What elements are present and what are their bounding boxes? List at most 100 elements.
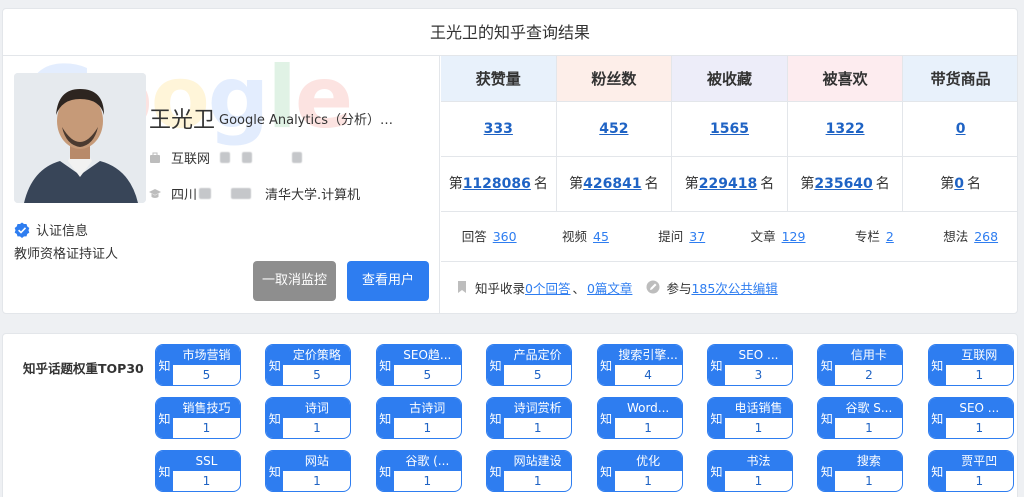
verify-section: 认证信息 — [14, 220, 88, 239]
rank-value-link[interactable]: 426841 — [583, 176, 641, 192]
topic-count: 1 — [533, 421, 542, 435]
topic-count: 5 — [202, 368, 211, 382]
count-value-link[interactable]: 37 — [689, 229, 705, 244]
topic-count: 1 — [975, 368, 984, 382]
topic-tag[interactable]: 知销售技巧 1 — [155, 397, 241, 439]
stat-value-link[interactable]: 333 — [484, 121, 513, 137]
zhihu-badge-icon: 知 — [708, 345, 725, 385]
view-user-button[interactable]: 查看用户 — [347, 261, 429, 301]
zhihu-badge-icon: 知 — [928, 398, 946, 438]
topic-name: 销售技巧 — [173, 398, 240, 418]
count-value-link[interactable]: 2 — [886, 229, 894, 244]
collected-articles-link[interactable]: 0篇文章 — [587, 278, 632, 297]
redacted-text — [292, 152, 303, 163]
rank-value-link[interactable]: 0 — [954, 176, 964, 192]
rank-suffix: 名 — [875, 176, 890, 192]
rank-prefix: 第 — [800, 176, 815, 192]
topic-tag[interactable]: 知互联网 1 — [927, 344, 1014, 386]
zhihu-badge-icon: 知 — [597, 451, 615, 491]
rank-prefix: 第 — [569, 176, 584, 192]
rank-prefix: 第 — [448, 176, 463, 192]
topic-count: 1 — [202, 474, 211, 488]
topic-tag[interactable]: 知 Word... 1 — [596, 397, 683, 439]
count-label: 文章 — [750, 229, 776, 244]
topic-count: 1 — [313, 474, 321, 488]
topic-tag[interactable]: 知网站建设 1 — [486, 450, 573, 492]
stat-header: 带货商品 — [903, 56, 1017, 102]
topic-tag[interactable]: 知网站 1 — [265, 450, 352, 492]
rank-prefix: 第 — [940, 176, 955, 192]
page-title: 王光卫的知乎查询结果 — [3, 9, 1017, 56]
topic-tag[interactable]: 知电话销售 1 — [707, 397, 793, 439]
stat-value-link[interactable]: 1565 — [710, 121, 749, 137]
stat-value-link[interactable]: 452 — [599, 121, 628, 137]
count-label: 专栏 — [854, 229, 880, 244]
topic-name: 网站 — [283, 451, 351, 471]
topic-tag[interactable]: 知产品定价 5 — [486, 344, 573, 386]
topic-tag[interactable]: 知市场营销 5 — [155, 344, 241, 386]
rank-value-link[interactable]: 229418 — [699, 176, 757, 192]
count-value-link[interactable]: 360 — [493, 229, 517, 244]
topic-tag[interactable]: 知 SSL 1 — [155, 450, 241, 492]
avatar[interactable] — [14, 73, 146, 203]
topic-tag[interactable]: 知诗词赏析 1 — [486, 397, 573, 439]
count-item: 提问 37 — [634, 212, 730, 262]
topic-name: 谷歌 S... — [835, 398, 903, 418]
rank-suffix: 名 — [533, 176, 548, 192]
industry-text: 互联网 — [171, 152, 211, 167]
stat-value-link[interactable]: 0 — [956, 121, 966, 137]
topic-tag[interactable]: 知定价策略 5 — [265, 344, 352, 386]
topics-card: 知乎话题权重TOP30 知市场营销 5 知定价策略 5 知 SEO趋... 5 知产品定价 5 知… — [2, 333, 1018, 497]
topics-title: 知乎话题权重TOP30 — [23, 361, 144, 376]
rank-value-link[interactable]: 1128086 — [463, 176, 531, 192]
stat-rank-cell: 第229418 名 — [672, 157, 788, 212]
cancel-monitor-button[interactable]: 一取消监控 — [253, 261, 336, 301]
topic-count: 5 — [423, 368, 432, 382]
topic-tag[interactable]: 知 SEO ... 1 — [927, 397, 1014, 439]
topic-tag[interactable]: 知诗词 1 — [265, 397, 352, 439]
topic-tag[interactable]: 知优化 1 — [596, 450, 683, 492]
topic-name: 互联网 — [945, 345, 1013, 365]
verify-label: 认证信息 — [36, 224, 89, 239]
topic-count: 1 — [644, 474, 652, 488]
count-item: 视频 45 — [537, 212, 633, 262]
topic-tag[interactable]: 知信用卡 2 — [817, 344, 904, 386]
stat-value-cell: 1322 — [787, 102, 904, 157]
topic-tag[interactable]: 知谷歌 S... 1 — [817, 397, 904, 439]
topic-count: 1 — [754, 421, 763, 435]
zhihu-badge-icon: 知 — [818, 398, 836, 438]
topic-tag[interactable]: 知 SEO ... 3 — [707, 344, 793, 386]
topic-name: 书法 — [725, 451, 792, 471]
separator: 、 — [572, 280, 585, 296]
topic-tag[interactable]: 知书法 1 — [707, 450, 793, 492]
topic-tag[interactable]: 知搜索引擎... 4 — [596, 344, 683, 386]
topic-count: 5 — [313, 368, 321, 382]
public-edits-link[interactable]: 185次公共编辑 — [691, 278, 777, 297]
topic-tag[interactable]: 知谷歌 (... 1 — [375, 450, 462, 492]
topic-tag[interactable]: 知古诗词 1 — [375, 397, 462, 439]
topic-tag[interactable]: 知 SEO趋... 5 — [375, 344, 462, 386]
stat-value-link[interactable]: 1322 — [826, 121, 865, 137]
topic-count: 3 — [754, 368, 763, 382]
stat-value-cell: 0 — [903, 102, 1017, 157]
zhihu-badge-icon: 知 — [266, 398, 284, 438]
collected-answers-link[interactable]: 0个回答 — [525, 278, 570, 297]
zhihu-badge-icon: 知 — [597, 345, 615, 385]
count-value-link[interactable]: 268 — [974, 229, 998, 244]
topic-name: Word... — [614, 398, 682, 418]
zhihu-badge-icon: 知 — [708, 398, 725, 438]
topic-count: 2 — [865, 368, 873, 382]
count-label: 回答 — [461, 229, 487, 244]
topic-count: 1 — [754, 474, 763, 488]
count-item: 回答 360 — [441, 212, 537, 262]
topic-tag[interactable]: 知贾平凹 1 — [927, 450, 1014, 492]
zhihu-badge-icon: 知 — [156, 345, 173, 385]
rank-value-link[interactable]: 235640 — [814, 176, 872, 192]
topic-tag[interactable]: 知搜索 1 — [817, 450, 904, 492]
count-value-link[interactable]: 45 — [593, 229, 609, 244]
zhihu-badge-icon: 知 — [928, 451, 946, 491]
topic-count: 5 — [533, 368, 542, 382]
stat-rank-cell: 第235640 名 — [787, 157, 904, 212]
count-value-link[interactable]: 129 — [782, 229, 806, 244]
count-label: 想法 — [943, 229, 969, 244]
